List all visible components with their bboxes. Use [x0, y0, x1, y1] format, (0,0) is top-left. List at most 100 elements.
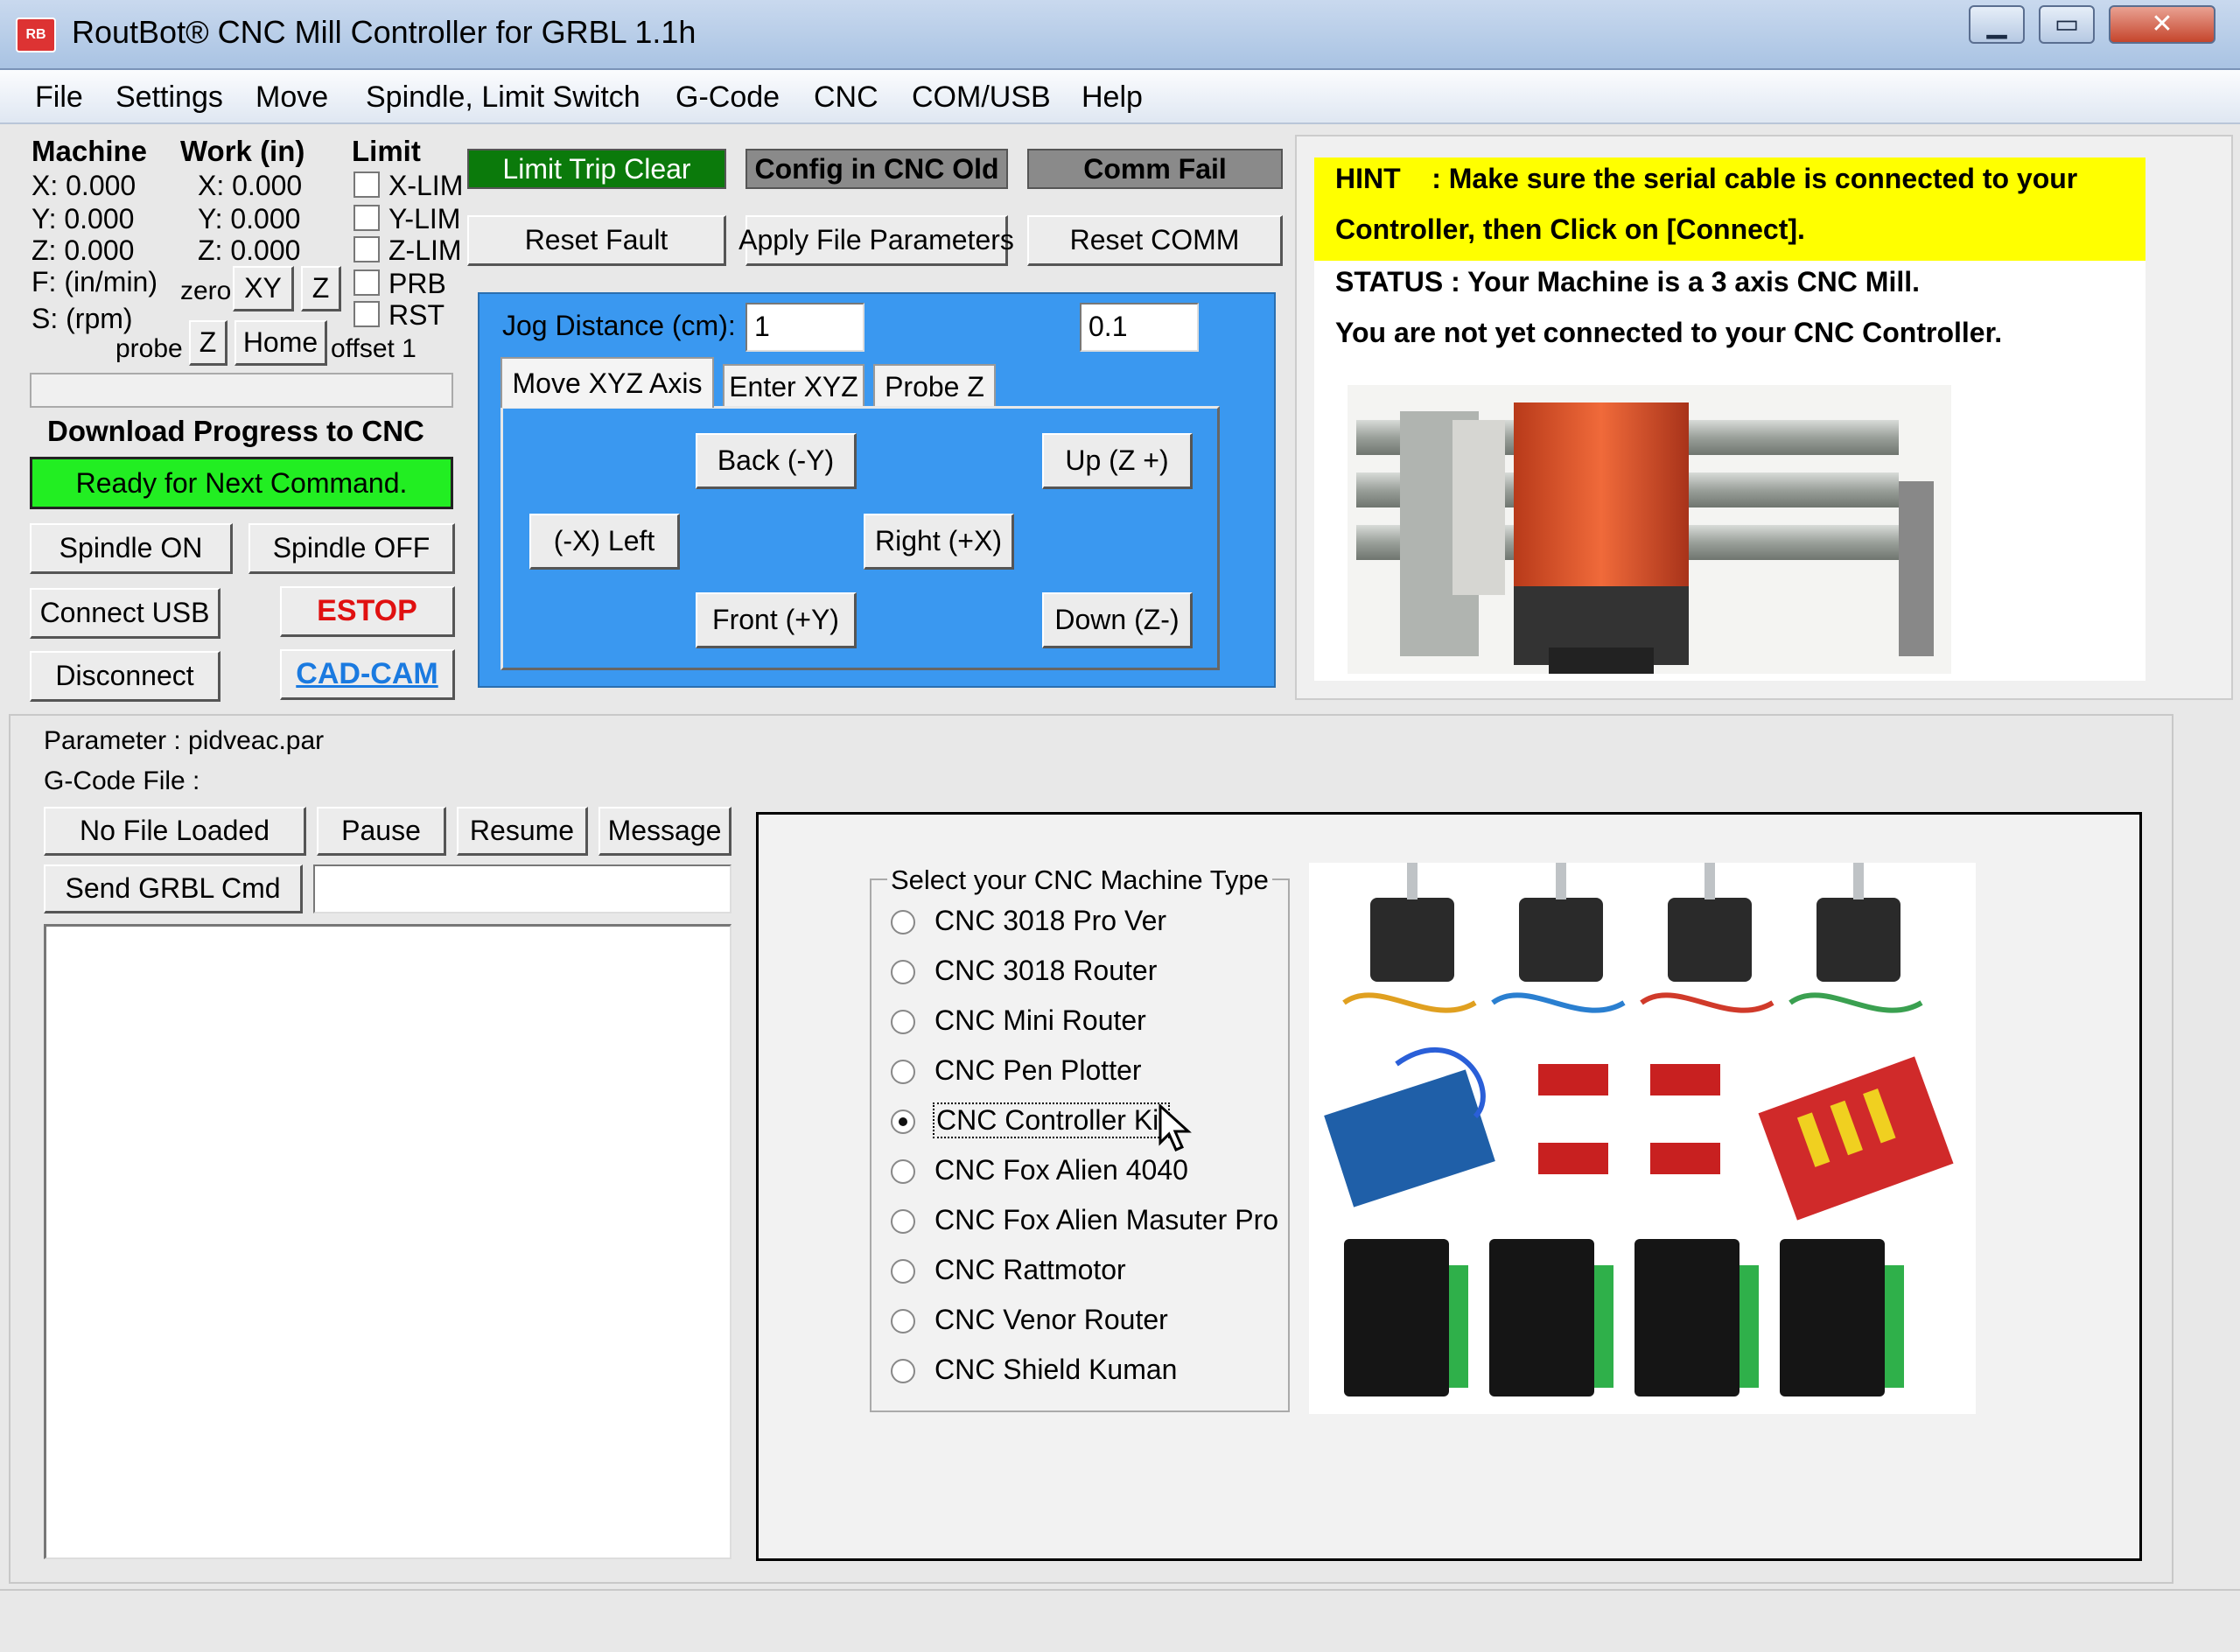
zlim-checkbox[interactable] — [354, 236, 380, 262]
menu-help[interactable]: Help — [1082, 80, 1143, 115]
machine-z: Z: 0.000 — [32, 234, 135, 266]
radio-option-mini-router[interactable]: CNC Mini Router — [889, 1003, 1283, 1043]
radio-option-rattmotor[interactable]: CNC Rattmotor — [889, 1252, 1283, 1292]
menu-gcode[interactable]: G-Code — [676, 80, 780, 115]
zero-label: zero — [180, 276, 232, 305]
work-y: Y: 0.000 — [198, 203, 301, 234]
radio-option-shield-kuman[interactable]: CNC Shield Kuman — [889, 1352, 1283, 1392]
tab-move-xyz[interactable]: Move XYZ Axis — [500, 357, 714, 408]
reset-fault-button[interactable]: Reset Fault — [467, 215, 726, 266]
menu-spindle[interactable]: Spindle, Limit Switch — [366, 80, 640, 115]
reset-comm-button[interactable]: Reset COMM — [1027, 215, 1283, 266]
menu-cnc[interactable]: CNC — [814, 80, 878, 115]
machine-type-radio-list: CNC 3018 Pro Ver CNC 3018 Router CNC Min… — [889, 903, 1283, 1402]
zero-z-button[interactable]: Z — [301, 266, 341, 312]
probe-z-button[interactable]: Z — [189, 320, 228, 366]
close-button[interactable]: ✕ — [2109, 5, 2216, 44]
cad-cam-button[interactable]: CAD-CAM — [280, 649, 455, 700]
jog-right-button[interactable]: Right (+X) — [864, 514, 1014, 570]
jog-left-button[interactable]: (-X) Left — [529, 514, 680, 570]
jog-distance-input[interactable]: 1 — [746, 303, 864, 352]
radio-option-controller-kit[interactable]: CNC Controller Kit — [889, 1102, 1283, 1143]
jog-down-button[interactable]: Down (Z-) — [1042, 592, 1193, 648]
grbl-command-input[interactable] — [313, 864, 732, 914]
radio-button[interactable] — [891, 1060, 915, 1084]
mouse-cursor-icon — [1158, 1102, 1194, 1153]
radio-option-fox-alien-masuter[interactable]: CNC Fox Alien Masuter Pro — [889, 1202, 1283, 1242]
work-header: Work (in) — [180, 135, 305, 167]
spindle-off-button[interactable]: Spindle OFF — [248, 523, 455, 574]
radio-label: CNC Pen Plotter — [934, 1054, 1142, 1086]
jog-back-button[interactable]: Back (-Y) — [696, 433, 857, 489]
home-button[interactable]: Home — [234, 320, 327, 366]
jog-front-button[interactable]: Front (+Y) — [696, 592, 857, 648]
jog-distance-label: Jog Distance (cm): — [502, 310, 736, 341]
jog-step-input[interactable]: 0.1 — [1080, 303, 1199, 352]
resume-button[interactable]: Resume — [457, 807, 588, 856]
limit-header: Limit — [352, 135, 421, 167]
offset-label: offset 1 — [331, 334, 416, 363]
radio-option-3018-router[interactable]: CNC 3018 Router — [889, 953, 1283, 993]
radio-label: CNC Controller Kit — [933, 1102, 1171, 1138]
machine-header: Machine — [32, 135, 148, 167]
title-bar[interactable]: RB RoutBot® CNC Mill Controller for GRBL… — [0, 0, 2240, 70]
menu-move[interactable]: Move — [256, 80, 328, 115]
tab-probe-z[interactable]: Probe Z — [873, 364, 996, 408]
minimize-button[interactable]: ▁ — [1969, 5, 2025, 44]
radio-button[interactable] — [891, 1259, 915, 1284]
radio-option-pen-plotter[interactable]: CNC Pen Plotter — [889, 1053, 1283, 1093]
app-window: RB RoutBot® CNC Mill Controller for GRBL… — [0, 0, 2240, 1652]
parameter-label: Parameter : pidveac.par — [44, 726, 325, 755]
radio-button[interactable] — [891, 1359, 915, 1383]
radio-button[interactable] — [891, 910, 915, 934]
menu-settings[interactable]: Settings — [116, 80, 223, 115]
menu-comusb[interactable]: COM/USB — [912, 80, 1051, 115]
limit-trip-status: Limit Trip Clear — [467, 149, 726, 189]
xlim-label: X-LIM — [388, 170, 464, 201]
apply-parameters-button[interactable]: Apply File Parameters — [738, 215, 1014, 266]
ylim-checkbox[interactable] — [354, 205, 380, 231]
cnc-spindle-photo — [1348, 385, 1951, 674]
prb-label: PRB — [388, 268, 446, 299]
jog-up-button[interactable]: Up (Z +) — [1042, 433, 1193, 489]
radio-option-fox-alien-4040[interactable]: CNC Fox Alien 4040 — [889, 1152, 1283, 1193]
progress-title: Download Progress to CNC — [47, 415, 424, 447]
radio-button[interactable] — [891, 960, 915, 984]
message-button[interactable]: Message — [598, 807, 732, 856]
radio-label: CNC Rattmotor — [934, 1254, 1126, 1285]
estop-button[interactable]: ESTOP — [280, 586, 455, 637]
radio-button[interactable] — [891, 1209, 915, 1234]
connect-usb-button[interactable]: Connect USB — [30, 588, 220, 639]
radio-option-venor-router[interactable]: CNC Venor Router — [889, 1302, 1283, 1342]
radio-label: CNC Venor Router — [934, 1304, 1168, 1335]
spindle-on-button[interactable]: Spindle ON — [30, 523, 233, 574]
ready-status: Ready for Next Command. — [30, 457, 453, 509]
prb-checkbox[interactable] — [354, 270, 380, 296]
send-grbl-cmd-button[interactable]: Send GRBL Cmd — [44, 864, 303, 914]
radio-button[interactable] — [891, 1309, 915, 1334]
gcode-text-area[interactable] — [44, 924, 732, 1559]
status-line-1: STATUS : Your Machine is a 3 axis CNC Mi… — [1335, 266, 1920, 298]
download-progress-bar — [30, 373, 453, 408]
menu-file[interactable]: File — [35, 80, 83, 115]
radio-label: CNC 3018 Router — [934, 955, 1158, 986]
pause-button[interactable]: Pause — [317, 807, 446, 856]
maximize-button[interactable]: ▭ — [2039, 5, 2095, 44]
radio-label: CNC Shield Kuman — [934, 1354, 1178, 1385]
radio-label: CNC Mini Router — [934, 1004, 1146, 1036]
radio-button[interactable] — [891, 1159, 915, 1184]
work-x: X: 0.000 — [198, 170, 303, 201]
radio-button[interactable] — [891, 1010, 915, 1034]
xlim-checkbox[interactable] — [354, 172, 380, 198]
work-z: Z: 0.000 — [198, 234, 301, 266]
rst-label: RST — [388, 299, 444, 331]
radio-button-selected[interactable] — [891, 1110, 915, 1134]
disconnect-button[interactable]: Disconnect — [30, 651, 220, 702]
no-file-loaded-button[interactable]: No File Loaded — [44, 807, 306, 856]
feed-label: F: (in/min) — [32, 266, 158, 298]
zero-xy-button[interactable]: XY — [233, 266, 294, 312]
probe-label: probe — [116, 334, 183, 363]
radio-option-3018-pro[interactable]: CNC 3018 Pro Ver — [889, 903, 1283, 943]
rst-checkbox[interactable] — [354, 301, 380, 327]
tab-enter-xyz[interactable]: Enter XYZ — [723, 364, 864, 408]
